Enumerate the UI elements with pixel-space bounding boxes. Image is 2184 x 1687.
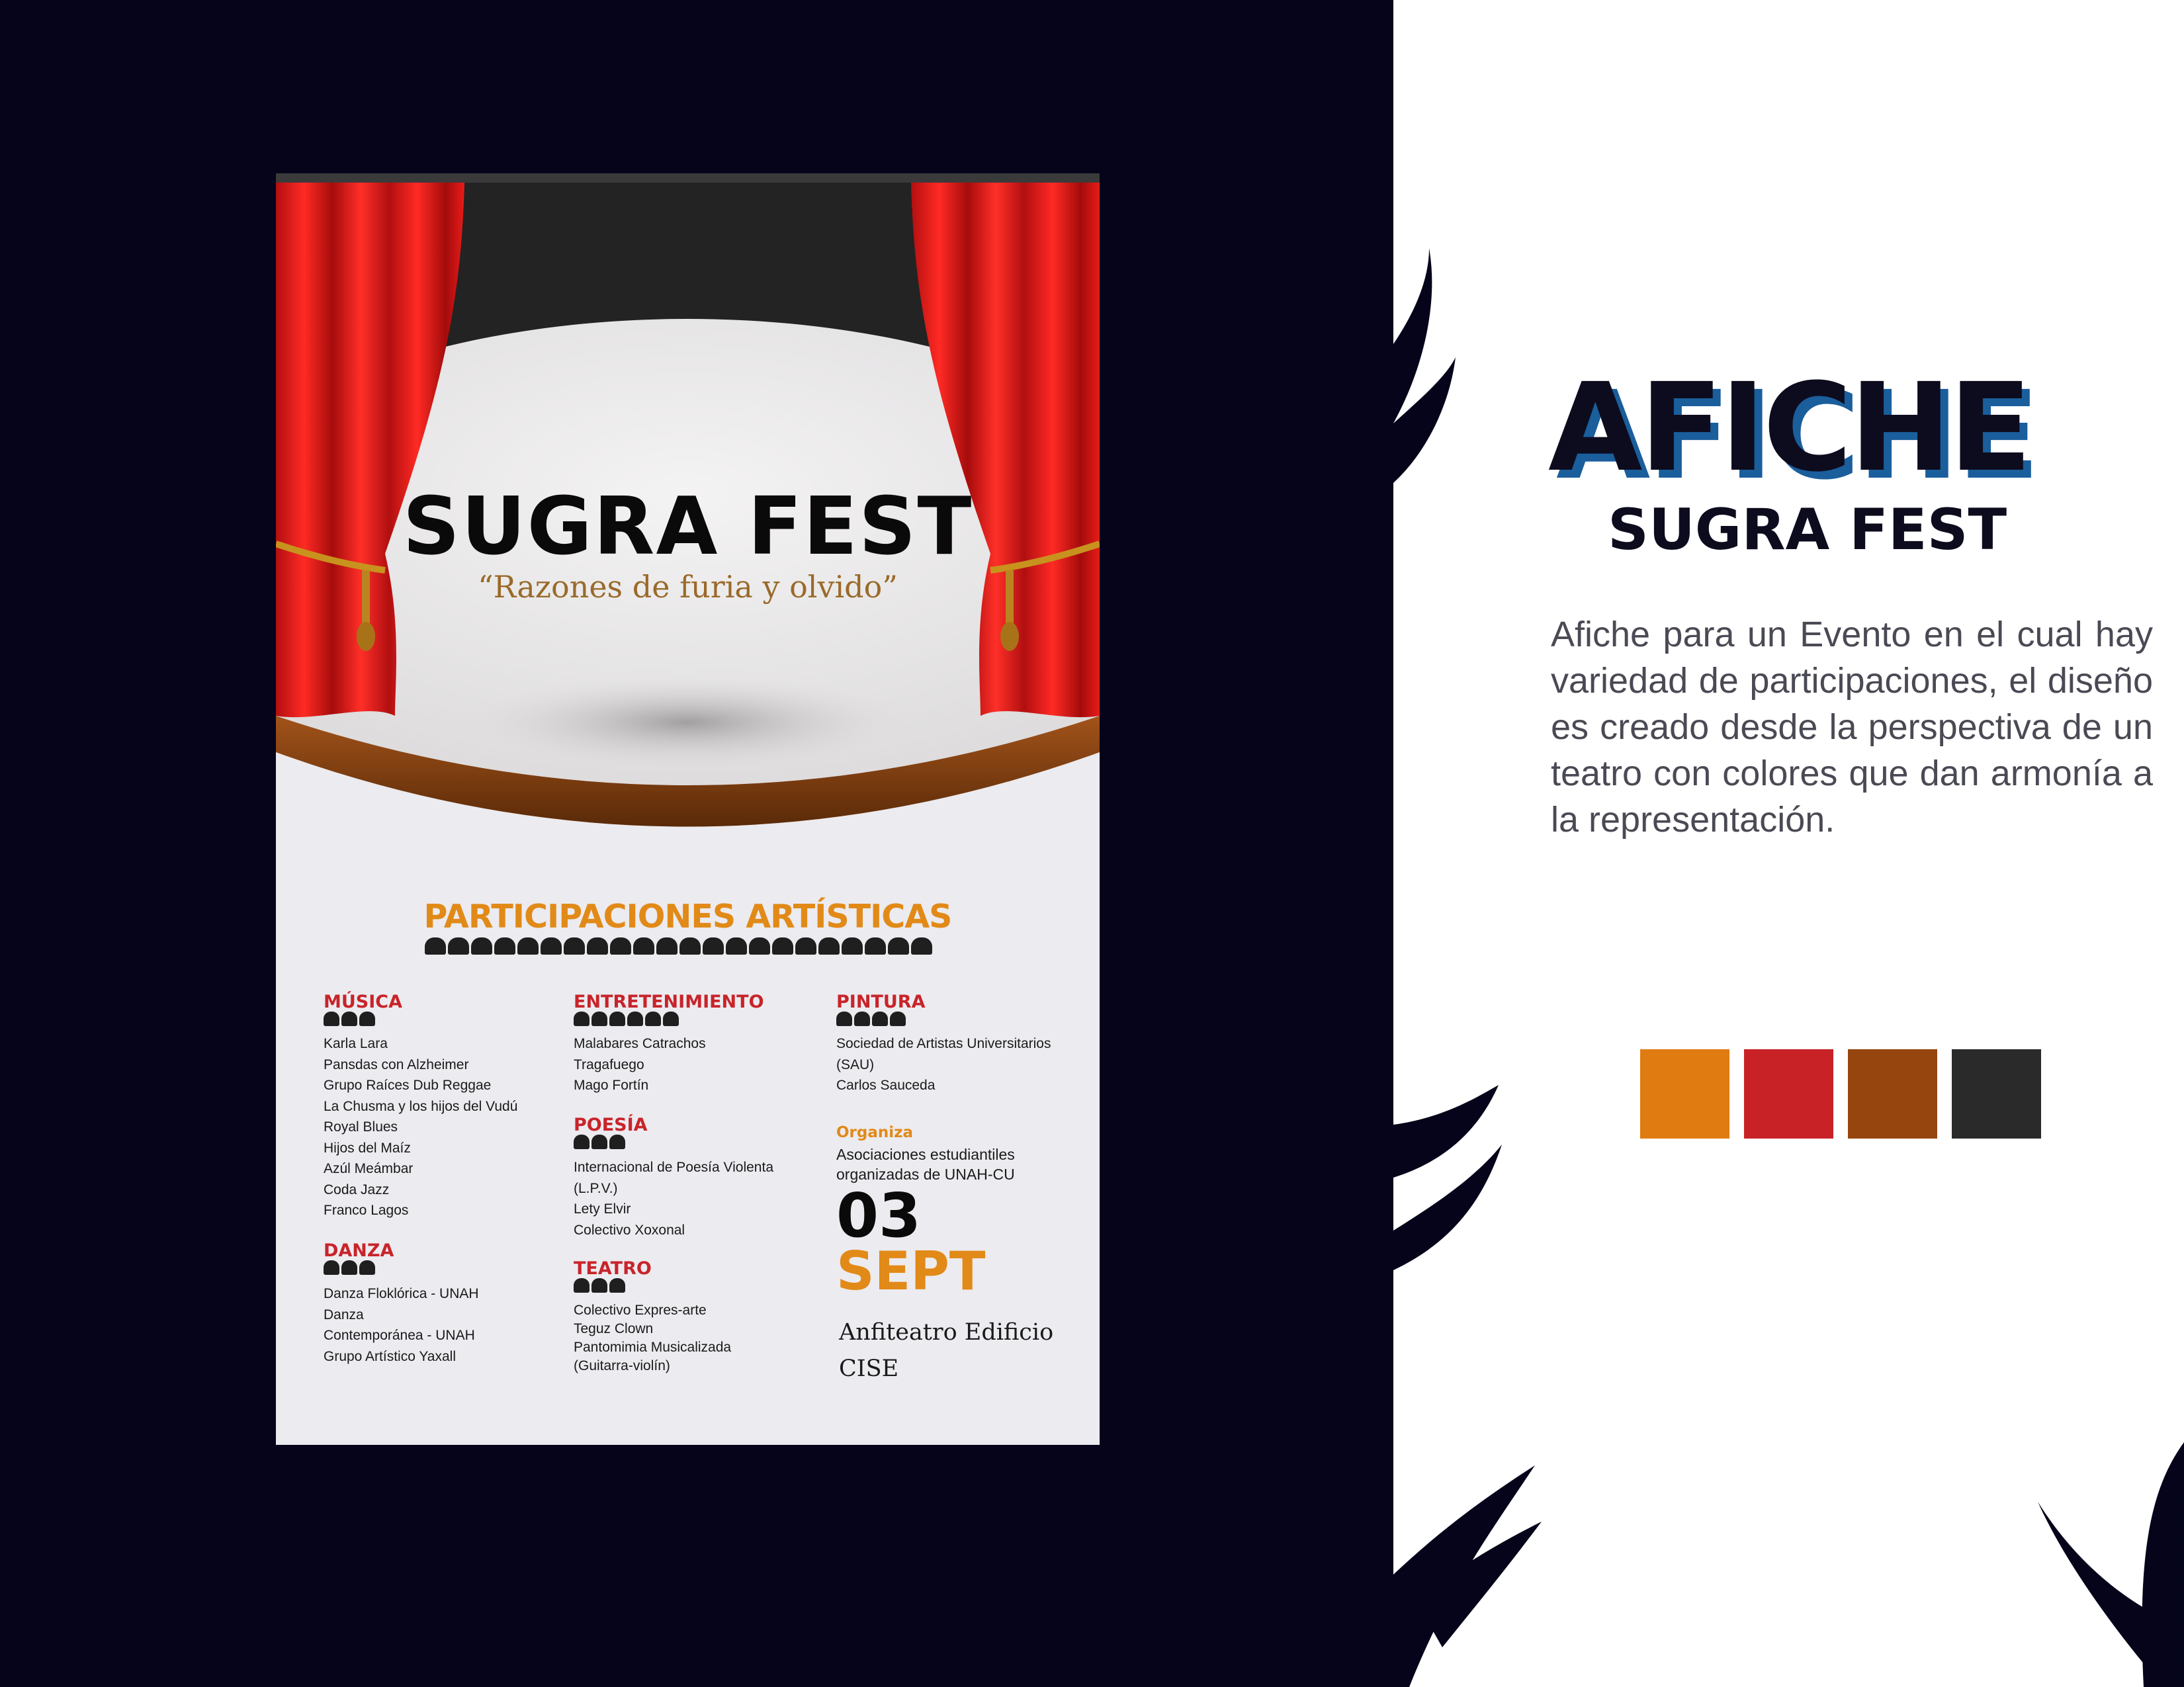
list-item: Pansdas con Alzheimer: [324, 1057, 469, 1072]
poster-subtitle: “Razones de furia y olvido”: [478, 569, 898, 605]
category-poesia-list: Internacional de Poesía Violenta (L.P.V.…: [574, 1157, 799, 1240]
list-item: Coda Jazz: [324, 1182, 390, 1197]
list-item: Internacional de Poesía Violenta: [574, 1160, 773, 1175]
list-item: Colectivo Expres-arte: [574, 1303, 707, 1318]
organiza-label: Organiza: [836, 1124, 914, 1141]
list-item: Hijos del Maíz: [324, 1140, 411, 1156]
category-poesia-title: POESÍA: [574, 1115, 648, 1135]
list-item: Contemporánea - UNAH: [324, 1328, 475, 1343]
category-teatro-title: TEATRO: [574, 1258, 652, 1279]
poster-title: SUGRA FEST: [402, 481, 973, 573]
category-danza-title: DANZA: [324, 1240, 394, 1261]
event-venue: Anfiteatro Edificio CISE: [839, 1315, 1090, 1387]
participations-heading: PARTICIPACIONES ARTÍSTICAS: [423, 898, 953, 935]
seat-icon-group: [324, 1260, 375, 1275]
list-item: (Guitarra-violín): [574, 1358, 670, 1373]
category-musica-title: MÚSICA: [324, 992, 402, 1012]
color-palette: [1640, 1049, 2041, 1139]
list-item: Karla Lara: [324, 1036, 388, 1051]
list-item: Grupo Raíces Dub Reggae: [324, 1078, 492, 1093]
category-musica-list: Karla Lara Pansdas con Alzheimer Grupo R…: [324, 1033, 517, 1221]
afiche-title: AFICHE: [1548, 357, 2032, 499]
list-item: Sociedad de Artistas Universitarios: [836, 1036, 1051, 1051]
seat-icon-group: [574, 1135, 625, 1149]
event-date-day: 03: [836, 1180, 922, 1251]
category-pintura-title: PINTURA: [836, 992, 926, 1012]
category-teatro-list: Colectivo Expres-arte Teguz Clown Pantom…: [574, 1301, 731, 1375]
list-item: Lety Elvir: [574, 1201, 631, 1217]
project-description: Afiche para un Evento en el cual hay var…: [1551, 615, 2153, 840]
color-swatch-brown: [1848, 1049, 1937, 1139]
seat-icon-group: [324, 1012, 375, 1026]
list-item: (SAU): [836, 1057, 875, 1072]
seat-icon-group: [836, 1012, 906, 1026]
color-swatch-dark: [1952, 1049, 2041, 1139]
list-item: Pantomimia Musicalizada: [574, 1340, 732, 1355]
category-entretenimiento-title: ENTRETENIMIENTO: [574, 992, 764, 1012]
venue-line2: CISE: [839, 1356, 899, 1382]
color-swatch-orange: [1640, 1049, 1729, 1139]
event-poster: SUGRA FEST “Razones de furia y olvido” P…: [276, 173, 1100, 1445]
event-date-month: SEPT: [836, 1240, 986, 1302]
list-item: Mago Fortín: [574, 1078, 649, 1093]
list-item: Colectivo Xoxonal: [574, 1222, 685, 1238]
seat-row-decoration: [425, 937, 932, 955]
category-pintura-list: Sociedad de Artistas Universitarios (SAU…: [836, 1033, 1051, 1096]
list-item: Royal Blues: [324, 1119, 398, 1135]
category-entretenimiento-list: Malabares Catrachos Tragafuego Mago Fort…: [574, 1033, 706, 1096]
list-item: Tragafuego: [574, 1057, 644, 1072]
list-item: Danza: [324, 1307, 364, 1322]
seat-icon-group: [574, 1012, 679, 1026]
color-swatch-red: [1744, 1049, 1833, 1139]
list-item: Azúl Meámbar: [324, 1161, 414, 1176]
afiche-subtitle: SUGRA FEST: [1608, 497, 2007, 563]
category-danza-list: Danza Floklórica - UNAH Danza Contemporá…: [324, 1283, 479, 1367]
list-item: Franco Lagos: [324, 1203, 409, 1218]
list-item: Teguz Clown: [574, 1321, 654, 1336]
venue-line1: Anfiteatro Edificio: [839, 1319, 1054, 1346]
list-item: Malabares Catrachos: [574, 1036, 706, 1051]
list-item: Grupo Artístico Yaxall: [324, 1348, 456, 1364]
list-item: Carlos Sauceda: [836, 1078, 936, 1093]
list-item: La Chusma y los hijos del Vudú: [324, 1098, 518, 1114]
list-item: (L.P.V.): [574, 1180, 618, 1196]
seat-icon-group: [574, 1278, 625, 1293]
organiza-text-line1: Asociaciones estudiantiles: [836, 1146, 1015, 1163]
list-item: Danza Floklórica - UNAH: [324, 1286, 479, 1301]
